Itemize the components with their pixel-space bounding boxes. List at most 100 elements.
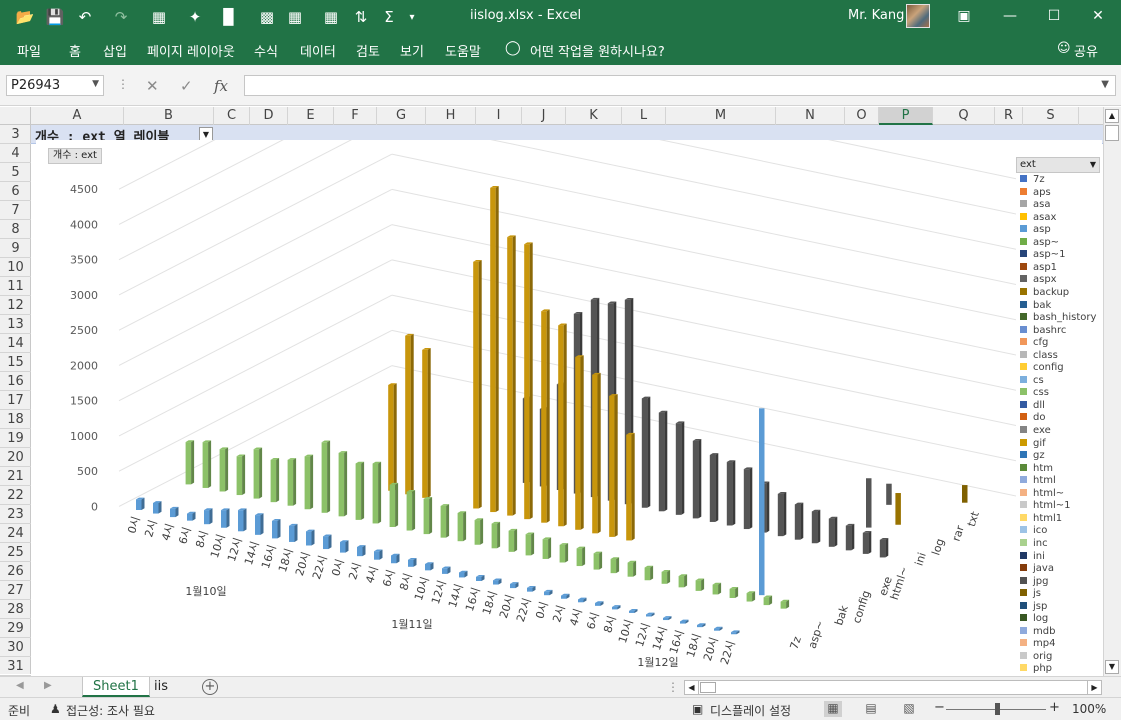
name-box[interactable]: P26943 ▼ — [6, 75, 104, 96]
chevron-down-icon[interactable]: ▼ — [92, 79, 99, 89]
row-header[interactable]: 7 — [0, 201, 31, 220]
row-header[interactable]: 19 — [0, 429, 31, 448]
row-header[interactable]: 21 — [0, 467, 31, 486]
row-header[interactable]: 24 — [0, 524, 31, 543]
horizontal-scrollbar[interactable]: ◀ ▶ — [684, 680, 1102, 695]
close-icon[interactable]: ✕ — [1078, 3, 1118, 29]
row-header[interactable]: 10 — [0, 258, 31, 277]
column-header-d[interactable]: D — [250, 107, 288, 125]
sort-icon[interactable]: ⇅ — [350, 6, 372, 28]
undo-icon[interactable]: ↶ — [74, 6, 96, 28]
row-header[interactable]: 23 — [0, 505, 31, 524]
row-header[interactable]: 8 — [0, 220, 31, 239]
open-icon[interactable]: 📂 — [14, 6, 36, 28]
row-header[interactable]: 20 — [0, 448, 31, 467]
scroll-up-icon[interactable]: ▲ — [1105, 109, 1119, 123]
row-header[interactable]: 9 — [0, 239, 31, 258]
add-sheet-icon[interactable]: + — [202, 679, 218, 695]
row-header[interactable]: 31 — [0, 657, 31, 676]
sheet-tab-sheet1[interactable]: Sheet1 — [82, 677, 150, 697]
column-header-n[interactable]: N — [776, 107, 845, 125]
column-header-m[interactable]: M — [666, 107, 776, 125]
tell-me-search[interactable]: 어떤 작업을 원하시나요? — [530, 41, 665, 60]
column-header-h[interactable]: H — [426, 107, 476, 125]
pivot-filter-dropdown[interactable]: ▼ — [199, 127, 213, 141]
zoom-in-icon[interactable]: + — [1049, 700, 1060, 715]
scroll-down-icon[interactable]: ▼ — [1105, 660, 1119, 674]
column-header-r[interactable]: R — [995, 107, 1023, 125]
column-header-i[interactable]: I — [476, 107, 522, 125]
tab-help[interactable]: 도움말 — [445, 41, 481, 60]
page-layout-view-icon[interactable]: ▤ — [862, 701, 880, 717]
next-sheet-icon[interactable]: ▶ — [44, 680, 52, 691]
legend-field-button[interactable]: ext ▼ — [1016, 157, 1100, 173]
column-header-j[interactable]: J — [522, 107, 566, 125]
tab-page-layout[interactable]: 페이지 레이아웃 — [147, 41, 235, 60]
tab-insert[interactable]: 삽입 — [103, 41, 127, 60]
row-header[interactable]: 30 — [0, 638, 31, 657]
accessibility-status[interactable]: 접근성: 조사 필요 — [66, 702, 155, 719]
cancel-icon[interactable]: ✕ — [146, 77, 159, 95]
pivot-icon[interactable]: ▦ — [148, 6, 170, 28]
row-header[interactable]: 17 — [0, 391, 31, 410]
scroll-left-icon[interactable]: ◀ — [685, 681, 699, 694]
column-header-p[interactable]: P — [879, 107, 933, 125]
maximize-icon[interactable]: ☐ — [1034, 3, 1074, 29]
table-icon[interactable]: ▦ — [284, 6, 306, 28]
scroll-thumb[interactable] — [700, 682, 716, 693]
zoom-slider-thumb[interactable] — [995, 703, 1000, 715]
sum-icon[interactable]: Σ — [378, 6, 400, 28]
insert-function-icon[interactable]: fx — [214, 77, 228, 95]
tab-data[interactable]: 데이터 — [300, 41, 336, 60]
customize-icon[interactable]: ▾ — [404, 6, 420, 28]
ribbon-display-icon[interactable]: ▣ — [944, 3, 984, 29]
column-header-a[interactable]: A — [31, 107, 124, 125]
normal-view-icon[interactable]: ▦ — [824, 701, 842, 717]
bar-chart-icon[interactable]: ▉ — [218, 6, 240, 28]
pivot-chart[interactable]: 0 500 1000 1500 2000 2500 3000 3500 4000 4500 0시 2시… — [36, 140, 1102, 676]
scroll-thumb[interactable] — [1105, 125, 1119, 141]
sheet-tab-iis[interactable]: iis — [144, 677, 178, 697]
row-header[interactable]: 6 — [0, 182, 31, 201]
row-header[interactable]: 11 — [0, 277, 31, 296]
page-break-view-icon[interactable]: ▧ — [900, 701, 918, 717]
tab-home[interactable]: 홈 — [69, 41, 81, 60]
vertical-scrollbar[interactable]: ▲ ▼ — [1103, 107, 1121, 676]
avatar[interactable] — [906, 4, 930, 28]
user-name[interactable]: Mr. Kang — [848, 8, 904, 23]
row-header[interactable]: 29 — [0, 619, 31, 638]
column-header-f[interactable]: F — [334, 107, 377, 125]
row-header[interactable]: 27 — [0, 581, 31, 600]
row-header[interactable]: 26 — [0, 562, 31, 581]
column-header-e[interactable]: E — [288, 107, 334, 125]
formula-input[interactable]: ▼ — [244, 75, 1116, 96]
column-header-o[interactable]: O — [845, 107, 879, 125]
redo-icon[interactable]: ↷ — [110, 6, 132, 28]
row-header[interactable]: 14 — [0, 334, 31, 353]
column-header-l[interactable]: L — [622, 107, 666, 125]
enter-icon[interactable]: ✓ — [180, 77, 193, 95]
org-icon[interactable]: ▩ — [256, 6, 278, 28]
row-header[interactable]: 22 — [0, 486, 31, 505]
row-header[interactable]: 15 — [0, 353, 31, 372]
column-header-b[interactable]: B — [124, 107, 214, 125]
column-header-c[interactable]: C — [214, 107, 250, 125]
column-header-k[interactable]: K — [566, 107, 622, 125]
tab-splitter-icon[interactable]: ⋮ — [667, 680, 679, 694]
row-header[interactable]: 28 — [0, 600, 31, 619]
formula-icon[interactable]: ▦ — [320, 6, 342, 28]
tab-file[interactable]: 파일 — [17, 41, 41, 60]
tab-formulas[interactable]: 수식 — [254, 41, 278, 60]
minimize-icon[interactable]: — — [990, 3, 1030, 29]
row-header[interactable]: 18 — [0, 410, 31, 429]
display-settings[interactable]: 디스플레이 설정 — [710, 702, 791, 719]
row-header[interactable]: 25 — [0, 543, 31, 562]
zoom-level[interactable]: 100% — [1072, 702, 1106, 716]
column-header-g[interactable]: G — [377, 107, 426, 125]
column-header-q[interactable]: Q — [933, 107, 995, 125]
save-icon[interactable]: 💾 — [44, 6, 66, 28]
tab-review[interactable]: 검토 — [356, 41, 380, 60]
row-header[interactable]: 13 — [0, 315, 31, 334]
row-header[interactable]: 16 — [0, 372, 31, 391]
row-header[interactable]: 3 — [0, 125, 31, 144]
